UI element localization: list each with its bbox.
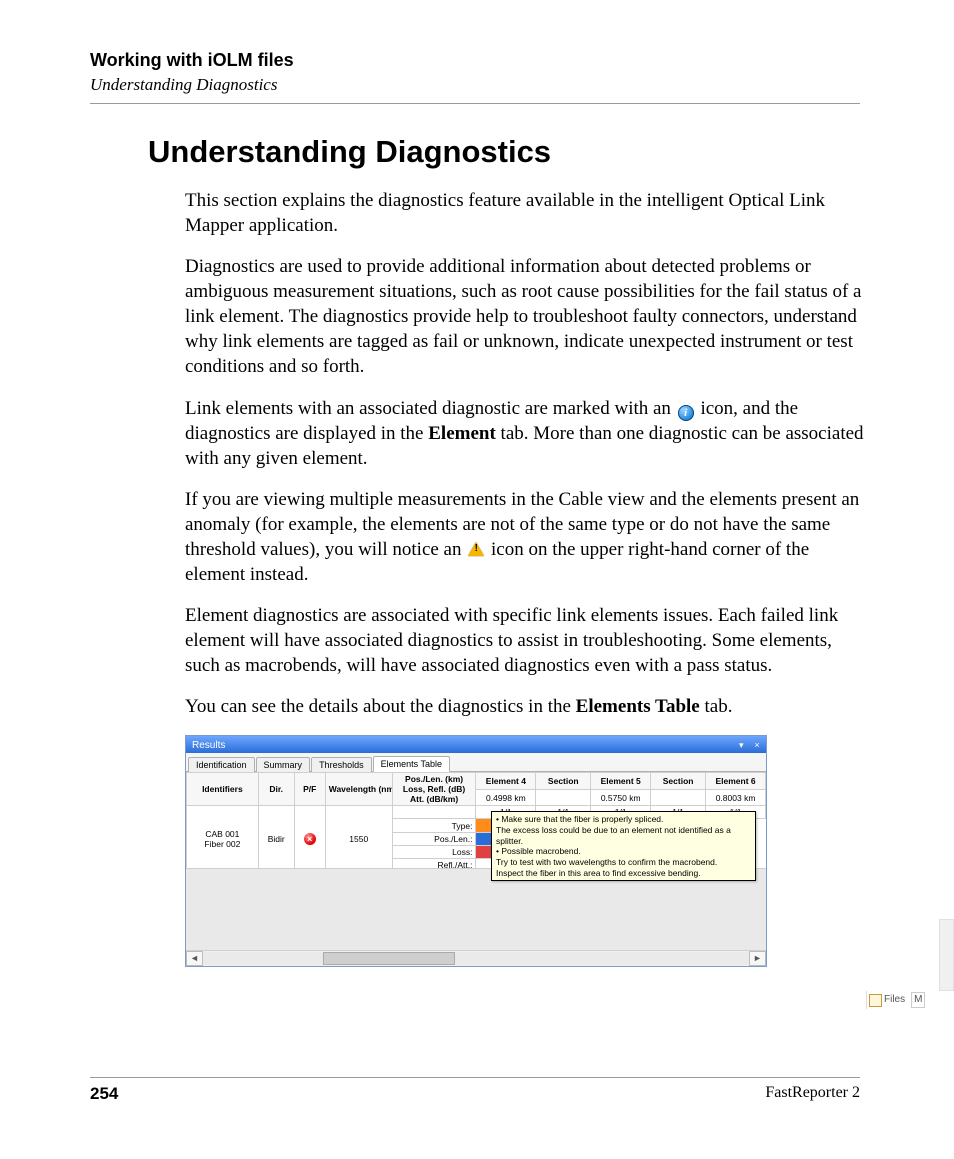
tab-thresholds[interactable]: Thresholds [311,757,372,772]
info-icon [678,405,694,421]
pin-icon[interactable]: ▾ [736,740,746,750]
product-name: FastReporter 2 [765,1084,860,1104]
metric-label: Pos./Len.: [392,832,476,845]
col-element5[interactable]: Element 5 [591,773,651,790]
col-metrics[interactable]: Pos./Len. (km) Loss, Refl. (dB) Att. (dB… [392,773,476,806]
running-subhead: Understanding Diagnostics [90,75,860,95]
paragraph: This section explains the diagnostics fe… [185,188,865,238]
header-rule [90,103,860,104]
bold-term: Element [428,423,496,444]
fail-icon [304,833,316,845]
results-panel-titlebar: Results ▾ × [186,736,766,753]
col-section[interactable]: Section [536,773,591,790]
paragraph: You can see the details about the diagno… [185,694,865,719]
col-identifiers[interactable]: Identifiers [187,773,259,806]
warning-icon [468,542,484,556]
paragraph: Diagnostics are used to provide addition… [185,254,865,379]
diagnostic-tooltip: • Make sure that the fiber is properly s… [491,811,756,881]
section-title: Understanding Diagnostics [148,134,860,170]
tab-stub: M [911,992,925,1008]
metric-label: Type: [392,819,476,832]
scroll-right-arrow-icon[interactable]: ► [749,951,766,966]
scroll-left-arrow-icon[interactable]: ◄ [186,951,203,966]
page-edge-scrollbar [939,919,954,991]
cell: 0.5750 km [591,789,651,806]
paragraph: Element diagnostics are associated with … [185,603,865,678]
col-pf[interactable]: P/F [294,773,325,806]
paragraph: Link elements with an associated diagnos… [185,396,865,471]
identifier-cell: CAB 001 Fiber 002 [187,806,259,871]
page-number: 254 [90,1084,118,1104]
scroll-track[interactable] [203,952,749,965]
cell: 0.8003 km [706,789,766,806]
window-controls: ▾ × [733,740,762,751]
cell: 0.4998 km [476,789,536,806]
col-element6[interactable]: Element 6 [706,773,766,790]
scroll-thumb[interactable] [323,952,455,965]
col-element4[interactable]: Element 4 [476,773,536,790]
col-section[interactable]: Section [651,773,706,790]
paragraph: If you are viewing multiple measurements… [185,487,865,587]
running-head: Working with iOLM files [90,50,860,71]
file-icon [869,994,882,1007]
horizontal-scrollbar[interactable]: ◄ ► [186,950,766,966]
close-icon[interactable]: × [752,740,762,750]
tab-elements-table[interactable]: Elements Table [373,756,450,772]
tab-strip: Identification Summary Thresholds Elemen… [186,753,766,772]
body-text: This section explains the diagnostics fe… [185,188,865,719]
tab-identification[interactable]: Identification [188,757,255,772]
page-edge-tabs: Files M [866,991,954,1009]
metric-label: Loss: [392,845,476,858]
panel-title: Results [192,740,225,751]
pf-cell [294,806,325,871]
col-dir[interactable]: Dir. [258,773,294,806]
wavelength-cell: 1550 [325,806,392,871]
dir-cell: Bidir [258,806,294,871]
bold-term: Elements Table [576,696,700,717]
embedded-screenshot: Results ▾ × Identification Summary Thres… [185,735,767,967]
tab-summary[interactable]: Summary [256,757,311,772]
col-wavelength[interactable]: Wavelength (nm) [325,773,392,806]
page-footer: 254 FastReporter 2 [90,1077,860,1104]
